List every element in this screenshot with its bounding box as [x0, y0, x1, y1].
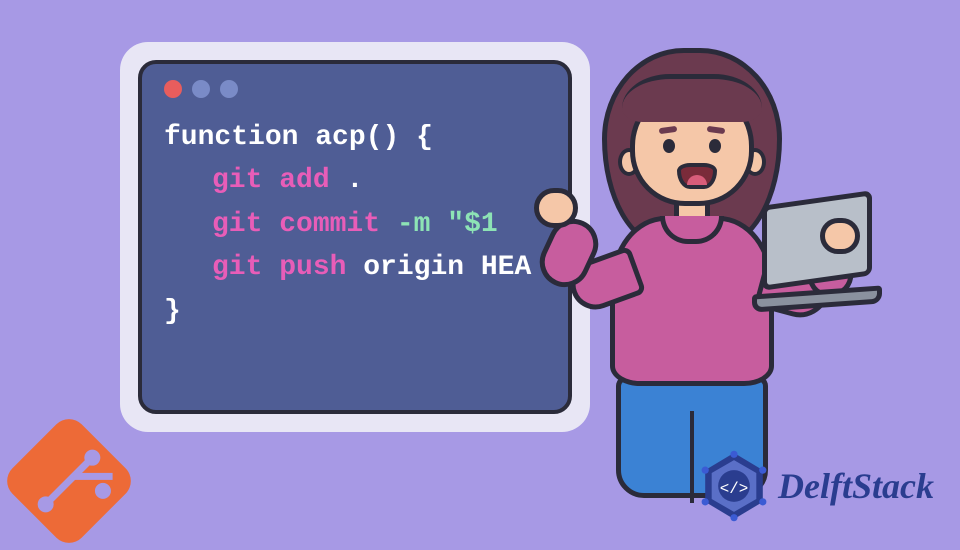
git-add-cmd: git add — [212, 165, 330, 196]
git-add-args: . — [346, 165, 363, 196]
svg-text:</>: </> — [720, 480, 749, 498]
eyebrow-right — [707, 126, 726, 134]
delftstack-badge-icon: </> — [698, 450, 770, 522]
git-node-icon — [92, 480, 115, 503]
eye-left — [663, 139, 675, 153]
git-push-cmd: git push — [212, 252, 346, 283]
git-commit-cmd: git commit — [212, 209, 380, 240]
git-commit-flag: -m — [397, 209, 431, 240]
laptop-icon — [762, 198, 892, 308]
git-commit-str: "$1 — [447, 209, 497, 240]
character-hand-right — [820, 218, 860, 254]
close-dot-icon — [164, 80, 182, 98]
code-line-3: git commit -m "$1 — [212, 203, 546, 246]
terminal-window: function acp() { git add . git commit -m… — [120, 42, 590, 432]
close-brace: } — [164, 296, 181, 327]
minimize-dot-icon — [192, 80, 210, 98]
character-illustration — [552, 38, 832, 498]
mouth — [677, 163, 717, 189]
maximize-dot-icon — [220, 80, 238, 98]
code-line-4: git push origin HEA — [212, 246, 546, 289]
git-node-icon — [81, 446, 104, 469]
eyebrow-left — [659, 126, 678, 134]
code-line-2: git add . — [212, 159, 546, 202]
delftstack-text: DelftStack — [778, 465, 934, 507]
tongue — [687, 175, 707, 185]
keyword-function: function — [164, 122, 298, 153]
function-name: acp() — [315, 122, 399, 153]
terminal-body: function acp() { git add . git commit -m… — [138, 60, 572, 414]
open-brace: { — [416, 122, 433, 153]
character-bangs — [622, 74, 762, 122]
code-line-5: } — [164, 290, 546, 333]
git-push-args: origin HEA — [363, 252, 531, 283]
code-block: function acp() { git add . git commit -m… — [164, 116, 546, 333]
git-node-icon — [34, 493, 57, 516]
git-logo-icon — [0, 412, 138, 550]
window-controls — [164, 80, 546, 98]
delftstack-logo: </> DelftStack — [698, 450, 934, 522]
eye-right — [709, 139, 721, 153]
character-hand-left — [534, 188, 578, 228]
code-line-1: function acp() { — [164, 116, 546, 159]
